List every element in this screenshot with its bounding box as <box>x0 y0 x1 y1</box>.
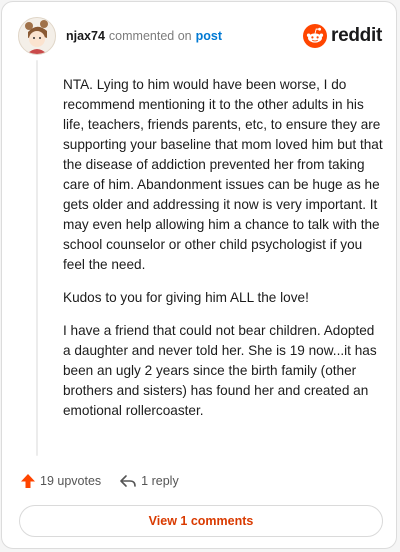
comment-body: NTA. Lying to him would have been worse,… <box>63 75 385 434</box>
username-link[interactable]: njax74 <box>66 29 105 43</box>
comment-paragraph: NTA. Lying to him would have been worse,… <box>63 77 383 272</box>
comment-paragraph: I have a friend that could not bear chil… <box>63 323 377 418</box>
post-link[interactable]: post <box>196 29 222 43</box>
thread-line[interactable] <box>36 60 38 456</box>
reddit-wordmark: reddit <box>331 25 382 46</box>
avatar-illustration-icon <box>19 18 55 54</box>
view-comments-button[interactable]: View 1 comments <box>19 505 383 537</box>
reply-button[interactable]: 1 reply <box>119 473 179 489</box>
commented-on-text: commented on <box>108 29 192 43</box>
upvote-count: 19 upvotes <box>40 474 102 488</box>
comment-paragraph: Kudos to you for giving him ALL the love… <box>63 290 309 305</box>
comment-card: njax74 commented on post reddit NTA. Lyi… <box>1 1 397 549</box>
reddit-snoo-icon <box>303 24 328 48</box>
comment-actions: 19 upvotes 1 reply <box>20 470 179 492</box>
upvote-arrow-icon <box>21 474 35 488</box>
comment-meta: njax74 commented on post <box>66 29 222 43</box>
reddit-logo[interactable]: reddit <box>303 24 382 48</box>
reply-arrow-icon <box>120 475 136 487</box>
upvote-button[interactable]: 19 upvotes <box>20 473 101 489</box>
user-avatar[interactable] <box>18 17 56 55</box>
reply-count: 1 reply <box>141 474 179 488</box>
comment-header: njax74 commented on post reddit <box>18 16 382 56</box>
